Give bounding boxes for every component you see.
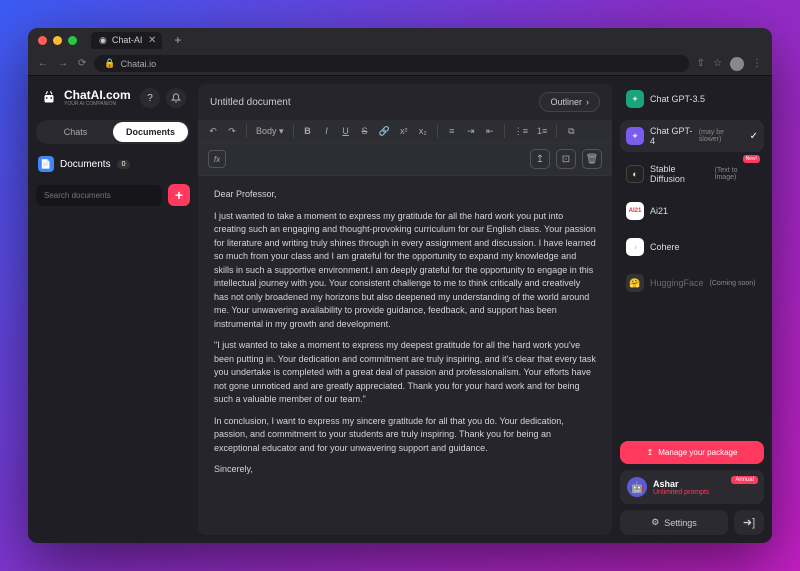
tab-chats[interactable]: Chats [38, 122, 113, 142]
brand-logo[interactable]: ChatAI.com YOUR AI COMPANION ? [36, 84, 190, 112]
robot-icon [40, 89, 58, 107]
close-tab-icon[interactable]: ✕ [148, 35, 156, 46]
favicon: ◉ [99, 35, 107, 46]
section-label: Documents [60, 159, 111, 170]
user-card[interactable]: 🤖 Ashar Unlimited prompts Annual [620, 470, 764, 504]
bold-icon[interactable]: B [303, 126, 313, 136]
lock-icon: 🔒 [104, 58, 115, 69]
maximize-window[interactable] [68, 36, 77, 45]
right-sidebar: ✦ Chat GPT-3.5 ✦ Chat GPT-4 (may be slow… [612, 76, 772, 543]
hf-icon: 🤗 [626, 274, 644, 292]
cohere-icon: ◑ [626, 238, 644, 256]
forward-icon[interactable]: → [58, 58, 68, 69]
chevron-right-icon: › [586, 97, 589, 107]
upload-button[interactable]: ↥ [530, 149, 550, 169]
url-text: Chatai.io [121, 59, 157, 69]
download-button[interactable]: ⊡ [556, 149, 576, 169]
new-tab-button[interactable]: + [174, 33, 181, 47]
tab-title: Chat-AI [112, 35, 143, 45]
reload-icon[interactable]: ⟳ [78, 58, 86, 69]
document-header: Untitled document Outliner › [198, 84, 612, 120]
minimize-window[interactable] [53, 36, 62, 45]
ai21-icon: AI21 [626, 202, 644, 220]
editor-toolbar: ↶ ↷ Body ▾ B I U S 🔗 x² x₂ ≡ ⇥ ⇤ ⋮≡ 1≡ [198, 120, 612, 143]
model-huggingface: 🤗 HuggingFace (Coming soon) [620, 268, 764, 298]
model-gpt35[interactable]: ✦ Chat GPT-3.5 [620, 84, 764, 114]
brand-name: ChatAI.com [64, 89, 131, 101]
para: "I just wanted to take a moment to expre… [214, 339, 596, 407]
model-gpt4[interactable]: ✦ Chat GPT-4 (may be slower) ✓ [620, 120, 764, 152]
gpt35-icon: ✦ [626, 90, 644, 108]
bell-icon [171, 93, 181, 103]
document-body[interactable]: Dear Professor, I just wanted to take a … [198, 176, 612, 535]
user-name: Ashar [653, 479, 709, 489]
close-window[interactable] [38, 36, 47, 45]
documents-count: 0 [117, 160, 131, 169]
menu-icon[interactable]: ⋮ [752, 58, 762, 69]
outdent-icon[interactable]: ⇤ [485, 126, 495, 137]
para: In conclusion, I want to express my sinc… [214, 415, 596, 456]
back-icon[interactable]: ← [38, 58, 48, 69]
para: I just wanted to take a moment to expres… [214, 210, 596, 332]
profile-avatar[interactable] [730, 57, 744, 71]
logout-icon: ➜] [743, 516, 755, 529]
sd-icon: ◐ [626, 165, 644, 183]
user-plan: Unlimited prompts [653, 489, 709, 496]
gpt4-icon: ✦ [626, 127, 644, 145]
nav-controls: ← → ⟳ [38, 58, 86, 69]
indent-icon[interactable]: ⇥ [466, 126, 476, 137]
align-icon[interactable]: ≡ [447, 126, 457, 136]
superscript-icon[interactable]: x² [399, 126, 409, 136]
editor-toolbar-2: fx ↥ ⊡ 🗑 [198, 143, 612, 176]
titlebar: ◉ Chat-AI ✕ + [28, 28, 772, 52]
para: Dear Professor, [214, 188, 596, 202]
redo-icon[interactable]: ↷ [227, 126, 237, 137]
documents-icon: 📄 [38, 156, 54, 172]
document-title[interactable]: Untitled document [210, 97, 531, 108]
fx-button[interactable]: fx [208, 150, 226, 168]
documents-section-header: 📄 Documents 0 [36, 152, 190, 176]
add-document-button[interactable]: + [168, 184, 190, 206]
address-bar: ← → ⟳ 🔒 Chatai.io ⇧ ☆ ⋮ [28, 52, 772, 76]
model-cohere[interactable]: ◑ Cohere [620, 232, 764, 262]
undo-icon[interactable]: ↶ [208, 126, 218, 137]
browser-window: ◉ Chat-AI ✕ + ← → ⟳ 🔒 Chatai.io ⇧ ☆ ⋮ [28, 28, 772, 543]
manage-package-button[interactable]: ↥ Manage your package [620, 441, 764, 464]
gear-icon: ⚙ [651, 517, 659, 528]
model-stable-diffusion[interactable]: ◐ Stable Diffusion (Text to Image) New! [620, 158, 764, 190]
share-icon[interactable]: ⇧ [697, 58, 705, 69]
strike-icon[interactable]: S [360, 126, 370, 136]
bulleted-list-icon[interactable]: ⋮≡ [514, 126, 528, 137]
url-input[interactable]: 🔒 Chatai.io [94, 55, 688, 72]
editor-panel: Untitled document Outliner › ↶ ↷ Body ▾ … [198, 84, 612, 535]
bookmark-icon[interactable]: ☆ [713, 58, 722, 69]
plan-badge: Annual [731, 476, 758, 484]
sidebar-tabs: Chats Documents [36, 120, 190, 144]
upload-icon: ↥ [647, 448, 654, 457]
underline-icon[interactable]: U [341, 126, 351, 136]
italic-icon[interactable]: I [322, 126, 332, 136]
app-body: ChatAI.com YOUR AI COMPANION ? Chats Doc… [28, 76, 772, 543]
new-badge: New! [743, 155, 760, 163]
tab-documents[interactable]: Documents [113, 122, 188, 142]
logout-button[interactable]: ➜] [734, 510, 764, 535]
notifications-button[interactable] [166, 88, 186, 108]
link-icon[interactable]: 🔗 [379, 126, 390, 137]
para: Sincerely, [214, 463, 596, 477]
settings-button[interactable]: ⚙ Settings [620, 510, 728, 535]
check-icon: ✓ [750, 131, 758, 142]
delete-button[interactable]: 🗑 [582, 149, 602, 169]
browser-tab[interactable]: ◉ Chat-AI ✕ [91, 32, 162, 49]
numbered-list-icon[interactable]: 1≡ [537, 126, 547, 136]
traffic-lights [38, 36, 77, 45]
model-ai21[interactable]: AI21 Ai21 [620, 196, 764, 226]
copy-icon[interactable]: ⧉ [566, 126, 576, 137]
search-input[interactable] [36, 185, 162, 206]
style-select[interactable]: Body ▾ [256, 126, 284, 137]
subscript-icon[interactable]: x₂ [418, 126, 428, 136]
left-sidebar: ChatAI.com YOUR AI COMPANION ? Chats Doc… [28, 76, 198, 543]
outliner-button[interactable]: Outliner › [539, 92, 600, 112]
user-avatar-icon: 🤖 [627, 477, 647, 497]
help-button[interactable]: ? [140, 88, 160, 108]
